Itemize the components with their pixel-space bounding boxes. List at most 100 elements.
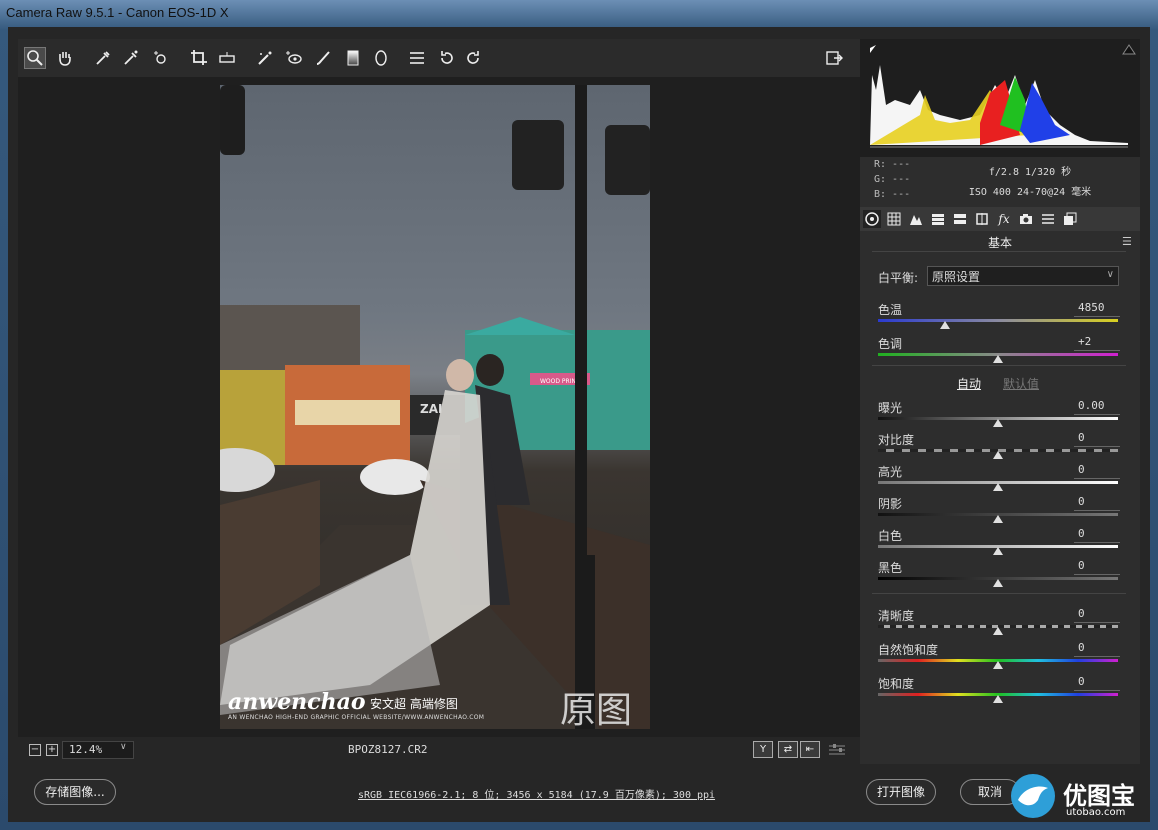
original-image-label: 原图 — [560, 690, 633, 729]
whites-slider-thumb[interactable] — [993, 547, 1003, 555]
swap-before-after-button[interactable]: ⇄ — [778, 741, 798, 758]
contrast-value-field[interactable]: 0 — [1074, 431, 1120, 447]
graduated-filter-tool[interactable] — [342, 47, 364, 69]
zoom-tool[interactable] — [24, 47, 46, 69]
adjustment-brush-tool[interactable] — [312, 47, 334, 69]
workflow-options-link[interactable]: sRGB IEC61966-2.1; 8 位; 3456 x 5184 (17.… — [358, 786, 715, 801]
basic-tab-aperture-icon[interactable] — [863, 210, 881, 228]
sliders-icon[interactable] — [828, 742, 846, 758]
tint-value-field[interactable]: +2 — [1074, 335, 1120, 351]
title-bar[interactable]: Camera Raw 9.5.1 - Canon EOS-1D X — [0, 0, 1158, 26]
color-sampler-tool[interactable] — [120, 47, 142, 69]
temp-label: 色温 — [878, 303, 903, 317]
level-icon — [219, 52, 235, 63]
zoom-out-button[interactable]: − — [29, 744, 41, 756]
camera-calibration-tab-icon[interactable] — [1017, 210, 1035, 228]
crop-tool[interactable] — [188, 47, 210, 69]
divider — [872, 593, 1126, 594]
whites-value-field[interactable]: 0 — [1074, 527, 1120, 543]
highlight-clipping-warning-icon[interactable] — [1122, 43, 1136, 55]
split-toning-tab-icon[interactable] — [951, 210, 969, 228]
shadows-value-field[interactable]: 0 — [1074, 495, 1120, 511]
highlights-value-field[interactable]: 0 — [1074, 463, 1120, 479]
panel-title: 基本 — [987, 236, 1012, 250]
spot-brush-icon — [258, 51, 272, 65]
lens-corrections-tab-icon[interactable] — [973, 210, 991, 228]
image-preview-area[interactable]: WOOD PRINT ZAI anwenchao 安文超 高端修图 AN WEN… — [18, 77, 861, 737]
red-eye-tool[interactable] — [282, 47, 304, 69]
temp-slider-track[interactable] — [878, 319, 1118, 322]
red-value: R: --- — [874, 159, 911, 170]
iso-lens: ISO 400 24-70@24 毫米 — [968, 187, 1092, 198]
targeted-adjustment-tool[interactable] — [150, 47, 172, 69]
open-image-button[interactable]: 打开图像 — [866, 779, 936, 805]
straighten-tool[interactable] — [216, 47, 238, 69]
highlights-slider-thumb[interactable] — [993, 483, 1003, 491]
watermark-chinese: 安文超 高端修图 — [370, 697, 458, 711]
watermark-subline: AN WENCHAO HIGH-END GRAPHIC OFFICIAL WEB… — [228, 714, 485, 721]
save-image-button[interactable]: 存储图像... — [34, 779, 116, 805]
default-button[interactable]: 默认值 — [1003, 375, 1039, 392]
hand-tool[interactable] — [54, 47, 76, 69]
tone-curve-tab-icon[interactable] — [885, 210, 903, 228]
snapshots-tab-icon[interactable] — [1061, 210, 1079, 228]
hsl-tab-icon[interactable] — [929, 210, 947, 228]
temp-slider-thumb[interactable] — [940, 321, 951, 329]
detail-tab-icon[interactable] — [907, 210, 925, 228]
dialog-footer: 存储图像... sRGB IEC61966-2.1; 8 位; 3456 x 5… — [8, 767, 1150, 822]
watermark-logo: anwenchao — [228, 689, 366, 715]
shadows-slider-thumb[interactable] — [993, 515, 1003, 523]
panel-tabs: fx — [860, 207, 1140, 231]
white-balance-tool[interactable] — [92, 47, 114, 69]
copy-settings-button[interactable]: ⇤ — [800, 741, 820, 758]
blacks-slider-thumb[interactable] — [993, 579, 1003, 587]
sign-letters: ZAI — [420, 402, 442, 416]
aperture-shutter: f/2.8 1/320 秒 — [988, 167, 1072, 178]
rgb-readout: R: --- G: --- B: --- — [874, 157, 910, 202]
shadow-clipping-warning-icon[interactable] — [870, 45, 876, 53]
histogram-graph — [870, 45, 1128, 148]
rotate-ccw-button[interactable] — [436, 47, 458, 69]
clarity-slider-thumb[interactable] — [993, 627, 1003, 635]
zoom-dropdown-chevron-icon[interactable]: ∨ — [120, 742, 134, 758]
white-balance-select[interactable]: 原照设置 ∨ — [927, 266, 1119, 286]
shadows-label: 阴影 — [878, 497, 903, 511]
red-eye-icon — [286, 51, 302, 64]
spot-removal-tool[interactable] — [254, 47, 276, 69]
preview-image: WOOD PRINT ZAI anwenchao 安文超 高端修图 AN WEN… — [220, 85, 650, 729]
wedding-photo: WOOD PRINT ZAI — [220, 85, 650, 729]
rotate-left-icon — [441, 51, 453, 64]
camera-info: f/2.8 1/320 秒 ISO 400 24-70@24 毫米 — [950, 163, 1110, 203]
exposure-slider-thumb[interactable] — [993, 419, 1003, 427]
saturation-value-field[interactable]: 0 — [1074, 675, 1120, 691]
blue-value: B: --- — [874, 189, 911, 200]
exposure-label: 曝光 — [878, 401, 903, 415]
blacks-label: 黑色 — [878, 561, 903, 575]
color-sampler-icon — [124, 50, 138, 65]
shop-sign: WOOD PRINT — [540, 378, 580, 385]
temp-value-field[interactable]: 4850 — [1074, 301, 1120, 317]
contrast-slider-thumb[interactable] — [993, 451, 1003, 459]
highlights-label: 高光 — [878, 465, 903, 479]
vibrance-value-field[interactable]: 0 — [1074, 641, 1120, 657]
blacks-value-field[interactable]: 0 — [1074, 559, 1120, 575]
panel-menu-icon[interactable]: ☰ — [1122, 235, 1132, 248]
zoom-in-button[interactable]: + — [46, 744, 58, 756]
whites-label: 白色 — [878, 529, 903, 543]
vibrance-slider-thumb[interactable] — [993, 661, 1003, 669]
effects-tab-fx-icon[interactable]: fx — [995, 210, 1013, 228]
presets-tab-icon[interactable] — [1039, 210, 1057, 228]
clarity-value-field[interactable]: 0 — [1074, 607, 1120, 623]
preferences-button[interactable] — [406, 47, 428, 69]
auto-button[interactable]: 自动 — [957, 375, 981, 392]
open-preferences-export-button[interactable] — [823, 47, 845, 69]
rotate-cw-button[interactable] — [462, 47, 484, 69]
view-mode-button[interactable]: Y — [753, 741, 773, 758]
exposure-value-field[interactable]: 0.00 — [1074, 399, 1120, 415]
file-name: BPOZ8127.CR2 — [348, 743, 428, 756]
adjustments-panel: R: --- G: --- B: --- f/2.8 1/320 秒 ISO 4… — [860, 39, 1140, 764]
saturation-slider-thumb[interactable] — [993, 695, 1003, 703]
ellipse-icon — [375, 50, 387, 66]
tint-slider-thumb[interactable] — [993, 355, 1003, 363]
radial-filter-tool[interactable] — [370, 47, 392, 69]
